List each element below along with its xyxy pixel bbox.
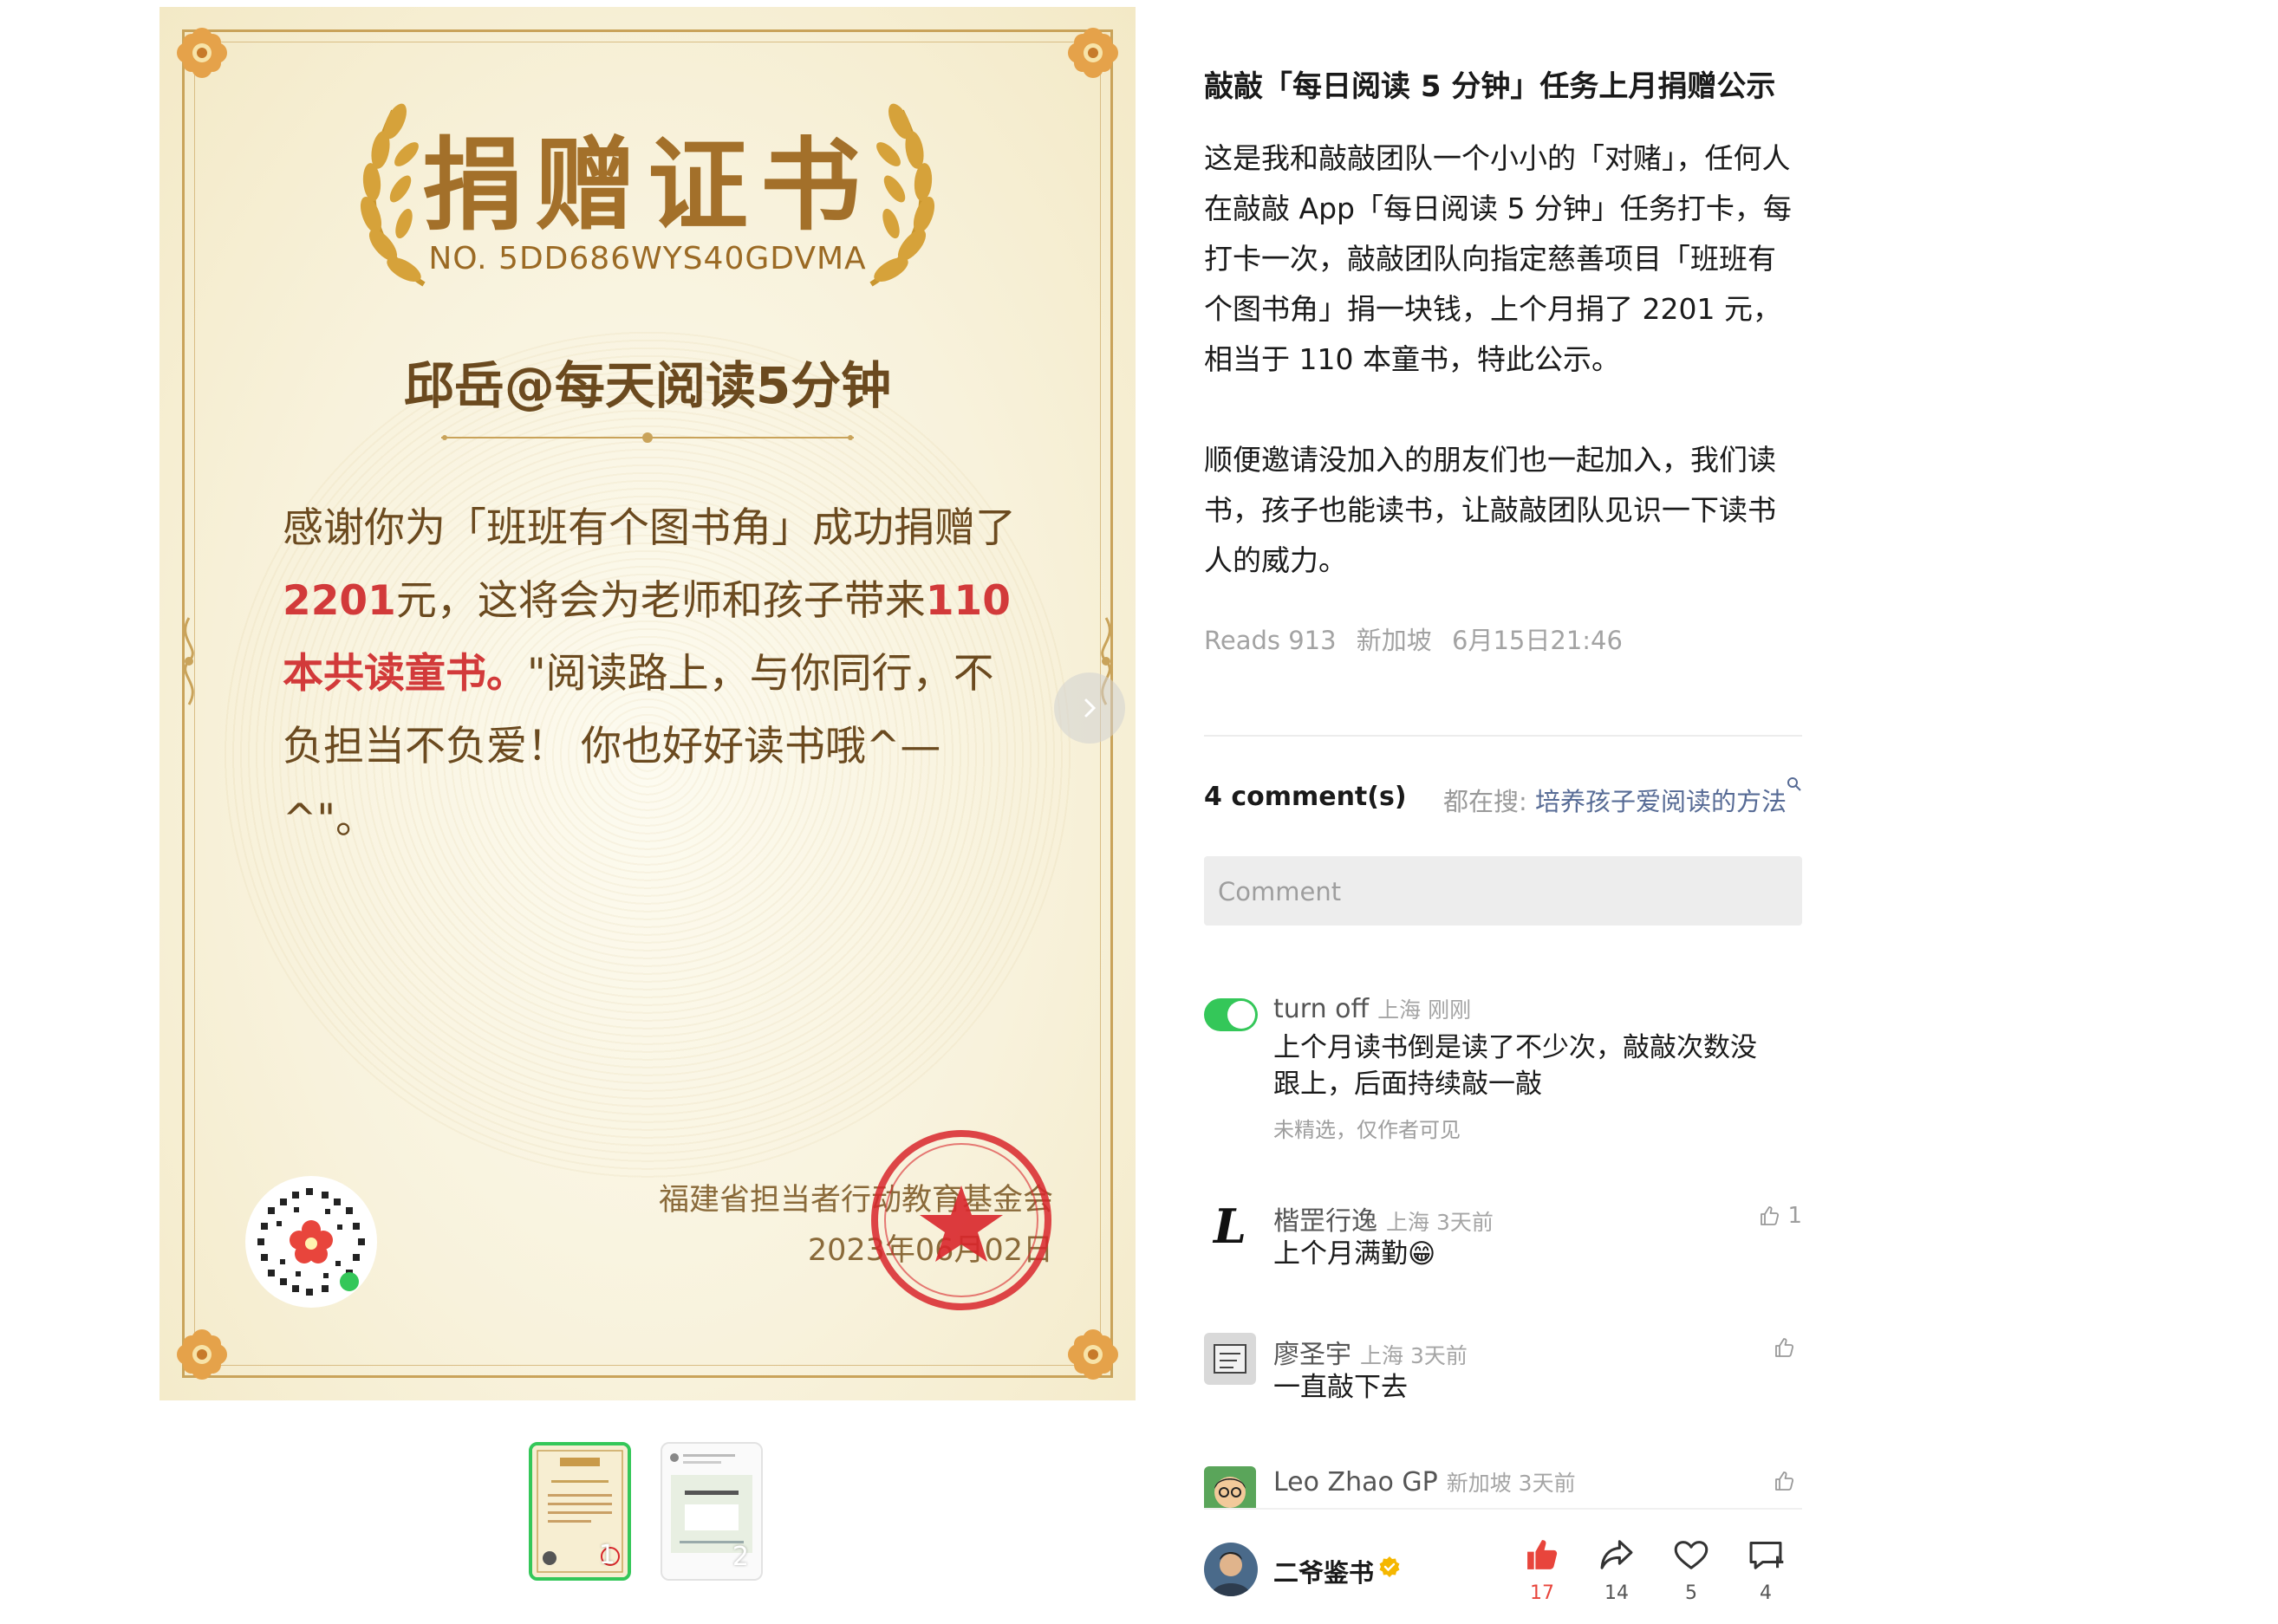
red-seal-stamp: [871, 1130, 1051, 1310]
comment-item: L 楷罡行逸 上海 3天前 上个月满勤😁 1: [1204, 1199, 1802, 1286]
corner-flower-icon: [177, 28, 227, 78]
certificate-body-text: 感谢你为「班班有个图书角」成功捐赠了: [283, 504, 1016, 552]
image-thumbnail-2[interactable]: 2: [661, 1442, 763, 1581]
comment-like-button[interactable]: 1: [1758, 1203, 1802, 1229]
comment-text: 一直敲下去: [1273, 1372, 1408, 1403]
corner-flower-icon: [177, 1329, 227, 1380]
visibility-toggle[interactable]: [1204, 998, 1258, 1031]
certificate-recipient: 邱岳@每天阅读5分钟: [403, 356, 892, 415]
like-button[interactable]: 17: [1516, 1536, 1568, 1604]
comment-like-button[interactable]: [1773, 1470, 1802, 1492]
donation-amount: 2201: [283, 577, 396, 625]
post-time: 6月15日21:46: [1452, 626, 1623, 655]
certificate-body-text: 元，这将会为老师和孩子带来: [395, 577, 926, 625]
comment-location-time: 新加坡 3天前: [1446, 1471, 1576, 1496]
post-body: 这是我和敲敲团队一个小小的「对赌」，任何人在敲敲 App「每日阅读 5 分钟」任…: [1204, 133, 1802, 586]
favorite-button[interactable]: 5: [1665, 1536, 1717, 1604]
comment-author-name: 楷罡行逸: [1273, 1206, 1377, 1237]
post-meta: Reads 913 新加坡 6月15日21:46: [1204, 620, 1635, 657]
certificate-title: 捐赠证书: [422, 127, 873, 244]
image-thumbnail-1[interactable]: 1: [529, 1442, 631, 1581]
comment-count: 4 comment(s): [1204, 782, 1407, 812]
divider: [1204, 735, 1802, 737]
side-ornament-icon: [184, 617, 194, 705]
comment-button[interactable]: 4: [1740, 1536, 1792, 1604]
post-paragraph: 这是我和敲敲团队一个小小的「对赌」，任何人在敲敲 App「每日阅读 5 分钟」任…: [1204, 141, 1792, 376]
comment-author-name: turn off: [1273, 994, 1370, 1024]
chevron-right-icon: [1084, 698, 1097, 718]
comment-author: turn off 上海 刚刚: [1273, 993, 1471, 1024]
page: 捐赠证书 NO. 5DD686WYS40GDVMA 邱岳@每天阅读5分钟 感谢你…: [0, 0, 2278, 1624]
author-name[interactable]: 二爷鉴书: [1273, 1553, 1374, 1589]
post-title: 敲敲「每日阅读 5 分钟」任务上月捐赠公示: [1204, 69, 1776, 104]
qr-code-icon: [245, 1176, 377, 1308]
thumbs-up-icon: [1775, 1338, 1794, 1357]
corner-flower-icon: [1068, 28, 1118, 78]
bottom-action-bar: 二爷鉴书 17 14 5 4: [1204, 1508, 1802, 1624]
like-count: 17: [1530, 1582, 1554, 1604]
comment-item: turn off 上海 刚刚 上个月读书倒是读了不少次，敲敲次数没跟上，后面持续敲…: [1204, 993, 1802, 1142]
corner-flower-icon: [1068, 1329, 1118, 1380]
title-divider: [441, 432, 854, 443]
comment-location-time: 上海 刚刚: [1377, 997, 1472, 1023]
comment-note: 未精选，仅作者可见: [1273, 1118, 1461, 1142]
next-image-button[interactable]: [1054, 672, 1125, 744]
post-location: 新加坡: [1356, 626, 1432, 655]
search-suggestion[interactable]: 都在搜: 培养孩子爱阅读的方法: [1443, 782, 1787, 818]
avatar[interactable]: [1204, 1333, 1256, 1385]
comment-add-icon: [1749, 1541, 1784, 1569]
comment-input[interactable]: Comment: [1204, 856, 1802, 926]
comment-author-name: 廖圣宇: [1273, 1340, 1351, 1370]
search-icon[interactable]: [1787, 776, 1802, 792]
avatar-sketch-icon: [1204, 1333, 1256, 1385]
author-avatar[interactable]: [1204, 1543, 1258, 1596]
avatar[interactable]: L: [1204, 1199, 1256, 1251]
comment-button-count: 4: [1760, 1582, 1772, 1604]
certificate-body: 感谢你为「班班有个图书角」成功捐赠了2201元，这将会为老师和孩子带来110本共…: [283, 492, 1019, 856]
thumbs-up-filled-icon: [1527, 1540, 1558, 1569]
avatar-letter-l-icon: L: [1204, 1199, 1256, 1251]
comment-location-time: 上海 3天前: [1360, 1343, 1468, 1368]
share-count: 14: [1604, 1582, 1629, 1604]
comments-header: 4 comment(s) 都在搜: 培养孩子爱阅读的方法: [1204, 777, 1802, 820]
certificate-number: NO. 5DD686WYS40GDVMA: [428, 241, 867, 276]
search-keyword[interactable]: 培养孩子爱阅读的方法: [1535, 787, 1787, 816]
thumbnail-index: 1: [598, 1540, 615, 1570]
author-avatar-photo: [1204, 1543, 1258, 1596]
certificate-image[interactable]: 捐赠证书 NO. 5DD686WYS40GDVMA 邱岳@每天阅读5分钟 感谢你…: [159, 7, 1136, 1400]
comment-text: 上个月读书倒是读了不少次，敲敲次数没跟上，后面持续敲一敲: [1273, 1032, 1757, 1100]
thumbs-up-icon: [1775, 1471, 1794, 1491]
favorite-count: 5: [1685, 1582, 1697, 1604]
comment-author: Leo Zhao GP 新加坡 3天前: [1273, 1466, 1576, 1497]
comment-author: 楷罡行逸 上海 3天前: [1273, 1199, 1494, 1237]
heart-icon: [1674, 1541, 1708, 1569]
verified-badge-icon: [1379, 1556, 1400, 1577]
comment-location-time: 上海 3天前: [1386, 1210, 1494, 1235]
read-count: Reads 913: [1204, 626, 1337, 655]
comment-like-count: 1: [1787, 1203, 1802, 1229]
comment-text: 上个月满勤😁: [1273, 1238, 1436, 1270]
comment-author-name: Leo Zhao GP: [1273, 1467, 1438, 1497]
share-icon: [1600, 1540, 1633, 1569]
search-prefix: 都在搜:: [1442, 787, 1535, 816]
thumbnail-index: 2: [732, 1542, 749, 1572]
share-button[interactable]: 14: [1591, 1536, 1643, 1604]
post-paragraph: 顺便邀请没加入的朋友们也一起加入，我们读书，孩子也能读书，让敲敲团队见识一下读书…: [1204, 443, 1776, 577]
comment-item: 廖圣宇 上海 3天前 一直敲下去: [1204, 1333, 1802, 1419]
svg-text:L: L: [1212, 1199, 1246, 1251]
thumbs-up-icon: [1761, 1206, 1780, 1225]
comment-author: 廖圣宇 上海 3天前: [1273, 1333, 1468, 1371]
comment-like-button[interactable]: [1773, 1336, 1802, 1359]
